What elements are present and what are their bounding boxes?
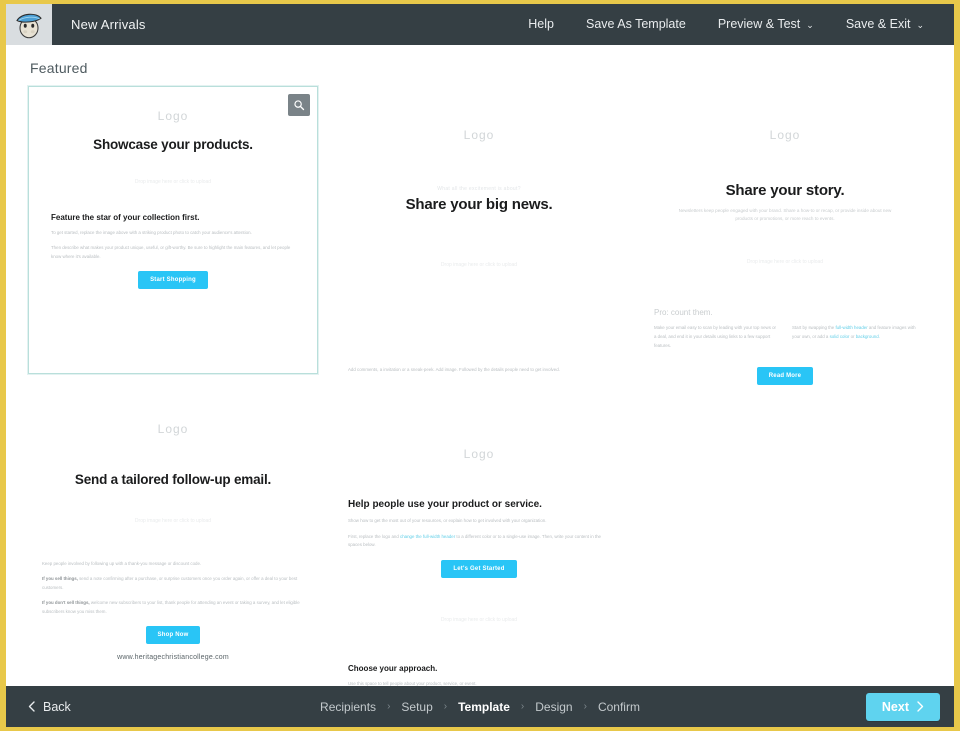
chevron-down-icon: ⌄: [806, 20, 814, 30]
template-footer-body: Add comments, a invitation or a sneak-pe…: [348, 366, 560, 372]
top-header: New Arrivals Help Save As Template Previ…: [6, 4, 954, 45]
template-heading: Share your story.: [725, 182, 845, 199]
nav-help-label: Help: [528, 17, 554, 31]
header-nav: Help Save As Template Preview & Test ⌄ S…: [512, 4, 954, 45]
template-heading: Send a tailored follow-up email.: [74, 472, 272, 487]
breadcrumb-step-design[interactable]: Design: [526, 700, 581, 714]
inline-link-2[interactable]: solid color: [830, 334, 850, 339]
template-kicker: What all the excitement is about?: [437, 186, 521, 192]
template-cta-button[interactable]: Let's Get Started: [441, 559, 517, 578]
page-frame: New Arrivals Help Save As Template Previ…: [0, 0, 960, 731]
text-end: .: [878, 334, 880, 340]
breadcrumb-step-setup[interactable]: Setup: [392, 700, 441, 714]
template-body-text-2: First, replace the logo and change the f…: [348, 533, 610, 550]
app-logo[interactable]: [6, 4, 52, 45]
chevron-left-icon: [28, 701, 35, 712]
template-body-text-1: Show how to get the most out of your res…: [348, 518, 547, 524]
mailchimp-freddie-logo-icon: [16, 13, 42, 38]
body-lead-in: If you sell things,: [42, 576, 78, 582]
template-column-2: Logo What all the excitement is about? S…: [326, 86, 632, 686]
nav-preview-and-test[interactable]: Preview & Test ⌄: [702, 4, 830, 45]
template-body-text-1: Keep people involved by following up wit…: [42, 560, 202, 566]
breadcrumb-separator: ›: [387, 701, 391, 712]
logo-placeholder: Logo: [463, 447, 495, 462]
template-preview-zoom-button[interactable]: [288, 94, 310, 116]
nav-help[interactable]: Help: [512, 4, 570, 45]
nav-preview-and-test-label: Preview & Test: [717, 17, 801, 31]
app-window: New Arrivals Help Save As Template Previ…: [6, 4, 954, 727]
template-card-send-a-tailored-follow-up-email[interactable]: Logo Send a tailored follow-up email. Dr…: [20, 402, 326, 680]
breadcrumb-step-recipients[interactable]: Recipients: [311, 700, 385, 714]
section-title-featured: Featured: [30, 60, 88, 76]
breadcrumb-separator: ›: [443, 701, 448, 712]
text-pre: Start by swapping the: [792, 325, 836, 331]
template-body: Logo Send a tailored follow-up email. Dr…: [20, 402, 326, 661]
image-placeholder: Drop image here or click to upload: [440, 262, 518, 268]
inline-link[interactable]: change the full-width header: [400, 534, 455, 539]
inline-link-3[interactable]: background: [856, 334, 879, 339]
breadcrumb-step-confirm[interactable]: Confirm: [589, 700, 649, 714]
template-card-help-people-use-your-product-or-service[interactable]: Logo Help people use your product or ser…: [326, 427, 632, 686]
logo-placeholder: Logo: [769, 128, 801, 142]
image-placeholder: Drop image here or click to upload: [134, 179, 212, 185]
nav-save-and-exit-label: Save & Exit: [845, 17, 911, 31]
template-body: Logo Help people use your product or ser…: [326, 427, 632, 686]
chevron-right-icon: [917, 701, 924, 712]
template-body: Logo Showcase your products. Drop image …: [29, 87, 317, 290]
next-button[interactable]: Next: [865, 692, 940, 721]
logo-placeholder: Logo: [463, 128, 495, 142]
template-heading: Help people use your product or service.: [348, 499, 542, 511]
template-body: Logo What all the excitement is about? S…: [326, 86, 632, 374]
template-cta-button[interactable]: Read More: [756, 367, 814, 386]
magnifier-icon: [294, 100, 305, 111]
template-section-heading: Choose your approach.: [348, 664, 438, 674]
template-section-heading: Pro: count them.: [654, 308, 713, 318]
template-body-text-3: If you don't sell things, welcome new su…: [42, 599, 304, 616]
body-pre: First, replace the logo and: [348, 533, 400, 539]
template-body-text-1: To get started, replace the image above …: [51, 229, 252, 235]
template-heading: Share your big news.: [405, 196, 553, 213]
template-column-3: Logo Share your story. Newsletters keep …: [632, 86, 938, 686]
column-left-text: Make your email easy to scan by leading …: [654, 325, 777, 348]
chevron-down-icon: ⌄: [916, 20, 924, 30]
template-cta-button[interactable]: Shop Now: [145, 626, 201, 645]
image-placeholder: Drop image here or click to upload: [440, 616, 518, 623]
template-body-text-2: Then describe what makes your product un…: [51, 245, 291, 259]
logo-placeholder: Logo: [157, 422, 189, 436]
template-section-heading: Feature the star of your collection firs…: [51, 212, 200, 222]
template-body-text-1: Newsletters keep people engaged with you…: [678, 208, 892, 222]
back-button-label: Back: [43, 699, 71, 714]
back-button[interactable]: Back: [20, 700, 71, 714]
template-heading: Showcase your products.: [93, 137, 253, 152]
breadcrumb-separator: ›: [583, 701, 587, 712]
trailing-url: www.heritagechristiancollege.com: [117, 654, 229, 662]
image-placeholder: Drop image here or click to upload: [746, 258, 824, 265]
template-column-1: Logo Showcase your products. Drop image …: [20, 86, 326, 686]
logo-placeholder: Logo: [157, 109, 189, 123]
template-body-text-2: If you sell things, send a note confirmi…: [42, 575, 304, 592]
template-card-share-your-story[interactable]: Logo Share your story. Newsletters keep …: [632, 86, 938, 410]
inline-link-1[interactable]: full-width header: [835, 325, 867, 330]
wizard-footer: Back Recipients › Setup › Template › Des…: [6, 686, 954, 727]
template-grid: Logo Showcase your products. Drop image …: [6, 86, 954, 686]
column-right-text: Start by swapping the full-width header …: [792, 324, 916, 350]
template-body: Logo Share your story. Newsletters keep …: [632, 86, 938, 386]
template-card-showcase-your-products[interactable]: Logo Showcase your products. Drop image …: [28, 86, 318, 374]
body-rest: send a note confirming after a purchase,…: [42, 576, 298, 590]
template-gallery: Featured Logo Showcase your products. Dr…: [6, 45, 954, 686]
body-lead-in: If you don't sell things,: [42, 600, 90, 606]
nav-save-and-exit[interactable]: Save & Exit ⌄: [830, 4, 940, 45]
campaign-name[interactable]: New Arrivals: [71, 17, 146, 32]
nav-save-as-template[interactable]: Save As Template: [570, 4, 702, 45]
next-button-label: Next: [881, 699, 909, 714]
template-cta-button[interactable]: Start Shopping: [138, 271, 208, 290]
breadcrumb-separator: ›: [520, 701, 525, 712]
template-card-share-your-big-news[interactable]: Logo What all the excitement is about? S…: [326, 86, 632, 400]
image-placeholder: Drop image here or click to upload: [134, 518, 212, 524]
breadcrumb: Recipients › Setup › Template › Design ›…: [6, 700, 954, 714]
two-column-block: Make your email easy to scan by leading …: [654, 324, 916, 357]
breadcrumb-step-template[interactable]: Template: [449, 700, 519, 714]
nav-save-as-template-label: Save As Template: [585, 17, 686, 31]
